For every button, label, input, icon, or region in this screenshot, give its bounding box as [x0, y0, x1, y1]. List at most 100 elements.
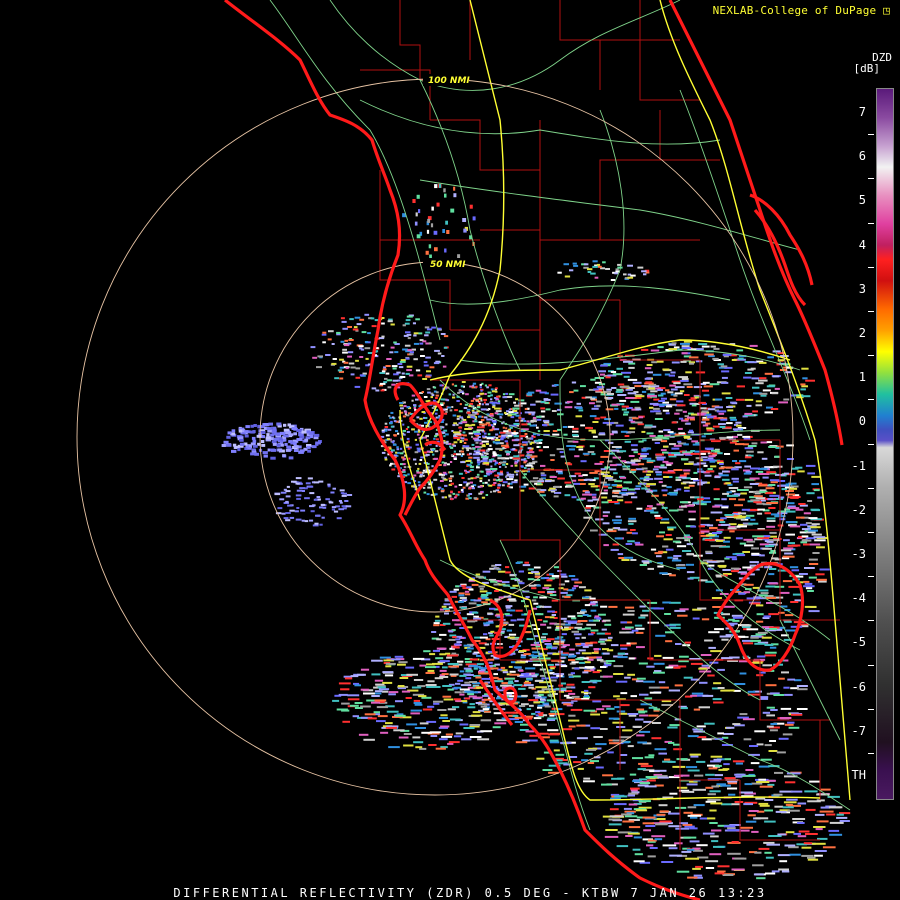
radar-echo-pixel [505, 605, 513, 608]
radar-echo-pixel [544, 643, 552, 645]
radar-echo-pixel [424, 326, 430, 329]
radar-echo-pixel [487, 424, 491, 427]
radar-echo-pixel [793, 832, 801, 835]
radar-echo-pixel [502, 484, 505, 487]
radar-echo-pixel [778, 737, 789, 740]
radar-echo-pixel [732, 480, 739, 483]
radar-echo-pixel [484, 710, 491, 713]
radar-echo-pixel [427, 391, 431, 394]
radar-echo-pixel [765, 545, 775, 547]
radar-echo-pixel [466, 411, 471, 414]
radar-echo-pixel [455, 732, 464, 735]
radar-echo-pixel [459, 693, 465, 696]
radar-echo-pixel [523, 681, 532, 684]
radar-echo-pixel [654, 838, 663, 841]
radar-echo-pixel [291, 480, 297, 483]
radar-echo-pixel [808, 529, 818, 532]
radar-echo-pixel [562, 728, 573, 731]
radar-echo-pixel [587, 451, 595, 453]
radar-echo-pixel [425, 435, 429, 438]
radar-echo-pixel [600, 468, 606, 471]
radar-echo-pixel [664, 613, 671, 615]
radar-echo-pixel [425, 666, 436, 669]
radar-echo-pixel [455, 682, 461, 685]
radar-echo-pixel [829, 833, 843, 836]
radar-echo-pixel [363, 692, 375, 695]
radar-echo-pixel [463, 445, 470, 448]
radar-echo-pixel [813, 489, 820, 492]
radar-echo-pixel [544, 480, 552, 483]
radar-echo-pixel [681, 790, 695, 793]
radar-echo-pixel [572, 430, 579, 433]
radar-echo-pixel [630, 529, 636, 531]
radar-echo-pixel [731, 614, 743, 617]
radar-echo-pixel [682, 550, 692, 552]
radar-echo-pixel [599, 638, 608, 641]
radar-echo-pixel [643, 273, 647, 276]
radar-echo-pixel [393, 434, 397, 437]
radar-echo-pixel [469, 452, 472, 455]
radar-echo-pixel [719, 463, 724, 465]
radar-echo-pixel [567, 615, 576, 618]
radar-echo-pixel [712, 425, 720, 428]
radar-echo-pixel [407, 337, 411, 340]
radar-echo-pixel [720, 784, 731, 787]
radar-echo-pixel [809, 543, 821, 546]
radar-echo-pixel [421, 424, 424, 427]
radar-echo-pixel [468, 486, 472, 489]
radar-echo-pixel [655, 517, 663, 520]
radar-echo-pixel [352, 328, 359, 331]
radar-echo-pixel [537, 619, 543, 621]
radar-echo-pixel [634, 385, 642, 388]
radar-echo-pixel [687, 806, 697, 809]
radar-echo-pixel [722, 492, 730, 495]
radar-echo-pixel [735, 443, 745, 446]
radar-echo-pixel [304, 438, 309, 442]
radar-echo-pixel [543, 446, 549, 449]
radar-echo-pixel [685, 371, 692, 374]
radar-echo-pixel [504, 613, 510, 616]
radar-echo-pixel [801, 846, 812, 849]
radar-echo-pixel [491, 390, 496, 393]
radar-echo-pixel [442, 622, 451, 625]
radar-echo-pixel [557, 477, 565, 480]
radar-echo-pixel [740, 492, 747, 495]
radar-echo-pixel [707, 793, 716, 796]
radar-echo-pixel [461, 738, 472, 741]
radar-echo-pixel [623, 411, 630, 414]
radar-echo-pixel [591, 407, 599, 410]
radar-echo-pixel [686, 553, 693, 556]
radar-echo-pixel [755, 400, 762, 403]
radar-echo-pixel [624, 435, 630, 437]
radar-echo-pixel [460, 450, 464, 453]
radar-echo-pixel [427, 680, 435, 683]
radar-echo-pixel [573, 633, 582, 636]
radar-echo-pixel [803, 512, 811, 515]
radar-echo-pixel [344, 500, 349, 502]
radar-echo-pixel [686, 783, 698, 786]
radar-echo-pixel [657, 394, 664, 397]
radar-echo-pixel [376, 720, 386, 723]
radar-echo-pixel [588, 644, 593, 647]
radar-echo-pixel [501, 581, 510, 584]
radar-echo-pixel [469, 703, 475, 706]
legend-tick-label: -7 [851, 723, 866, 738]
radar-echo-pixel [523, 653, 531, 656]
radar-echo-pixel [406, 406, 410, 409]
radar-echo-pixel [705, 773, 715, 776]
radar-echo-pixel [551, 599, 559, 602]
radar-echo-pixel [458, 472, 463, 475]
radar-echo-pixel [382, 681, 393, 684]
radar-echo-pixel [283, 423, 287, 427]
radar-echo-pixel [403, 474, 406, 477]
radar-echo-pixel [457, 660, 464, 663]
radar-echo-pixel [544, 584, 552, 587]
radar-echo-pixel [553, 640, 565, 643]
radar-echo-pixel [551, 614, 556, 616]
radar-echo-pixel [487, 448, 493, 451]
radar-echo-pixel [608, 605, 618, 608]
radar-echo-pixel [710, 345, 716, 348]
radar-echo-pixel [709, 790, 721, 793]
radar-echo-pixel [479, 477, 483, 480]
radar-echo-pixel [467, 693, 475, 696]
